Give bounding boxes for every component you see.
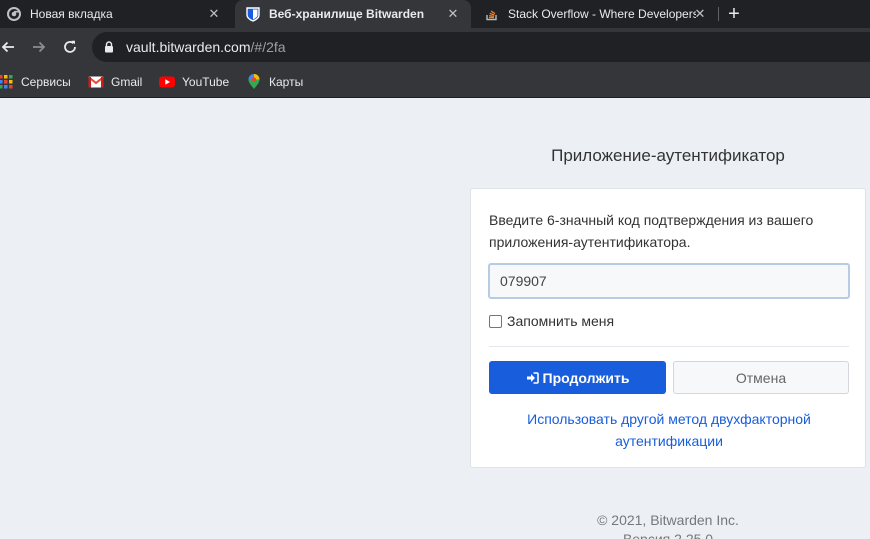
lock-icon: [102, 40, 116, 54]
two-factor-card: Введите 6-значный код подтверждения из в…: [470, 188, 866, 468]
new-tab-button[interactable]: +: [722, 2, 746, 26]
bookmark-label: Gmail: [111, 75, 143, 89]
version-text: Версия 2.25.0: [622, 531, 714, 539]
forward-arrow-icon[interactable]: [27, 35, 51, 59]
continue-label: Продолжить: [542, 369, 630, 386]
divider: [489, 346, 849, 347]
bookmarks-bar: Сервисы Gmail YouTube Карты: [0, 66, 870, 98]
bookmark-label: Сервисы: [21, 75, 71, 89]
bookmark-services[interactable]: Сервисы: [0, 72, 71, 92]
tab-strip: Новая вкладка ✕ Веб-хранилище Bitwarden …: [0, 0, 870, 28]
bookmark-label: YouTube: [182, 75, 230, 89]
close-tab-icon[interactable]: ✕: [692, 6, 708, 22]
cancel-button[interactable]: Отмена: [673, 361, 849, 394]
browser-toolbar: vault.bitwarden.com/#/2fa: [0, 28, 870, 66]
maps-icon: [246, 74, 262, 90]
tab-new-tab[interactable]: Новая вкладка ✕: [0, 0, 232, 28]
sign-in-icon: [526, 371, 539, 384]
instruction-text: Введите 6-значный код подтверждения из в…: [489, 212, 814, 250]
remember-me-checkbox[interactable]: Запомнить меня: [489, 313, 614, 329]
checkbox-box[interactable]: [489, 314, 502, 328]
close-tab-icon[interactable]: ✕: [206, 6, 222, 22]
remember-me-label: Запомнить меня: [507, 313, 615, 329]
bookmark-gmail[interactable]: Gmail: [88, 72, 142, 92]
gmail-icon: [88, 74, 104, 90]
bookmark-maps[interactable]: Карты: [246, 72, 303, 92]
continue-button[interactable]: Продолжить: [489, 361, 666, 394]
copyright-text: © 2021, Bitwarden Inc.: [597, 512, 739, 528]
page-title: Приложение-аутентификатор: [551, 146, 785, 165]
back-arrow-icon[interactable]: [0, 35, 20, 59]
tab-bitwarden[interactable]: Веб-хранилище Bitwarden ✕: [235, 0, 471, 28]
tab-title: Stack Overflow - Where Developers Learn,…: [508, 7, 696, 21]
tab-stack-overflow[interactable]: Stack Overflow - Where Developers Learn,…: [474, 0, 718, 28]
tab-separator: [718, 7, 719, 21]
address-bar[interactable]: vault.bitwarden.com/#/2fa: [92, 32, 870, 62]
apps-grid-icon: [0, 74, 14, 90]
bookmark-label: Карты: [269, 75, 304, 89]
verification-code-input[interactable]: [488, 263, 850, 299]
tab-title: Веб-хранилище Bitwarden: [269, 7, 425, 21]
stackoverflow-icon: [484, 6, 500, 22]
url-host: vault.bitwarden.com: [126, 39, 251, 55]
chrome-icon: [6, 6, 22, 22]
footer: © 2021, Bitwarden Inc. Версия 2.25.0: [470, 512, 866, 539]
tab-title: Новая вкладка: [30, 7, 113, 21]
close-tab-icon[interactable]: ✕: [445, 6, 461, 22]
url-path: /#/2fa: [250, 39, 286, 55]
bitwarden-icon: [245, 6, 261, 22]
reload-icon[interactable]: [58, 35, 82, 59]
use-other-2fa-method-link[interactable]: Использовать другой метод двухфакторной …: [489, 408, 849, 452]
youtube-icon: [159, 74, 175, 90]
bookmark-youtube[interactable]: YouTube: [159, 72, 229, 92]
